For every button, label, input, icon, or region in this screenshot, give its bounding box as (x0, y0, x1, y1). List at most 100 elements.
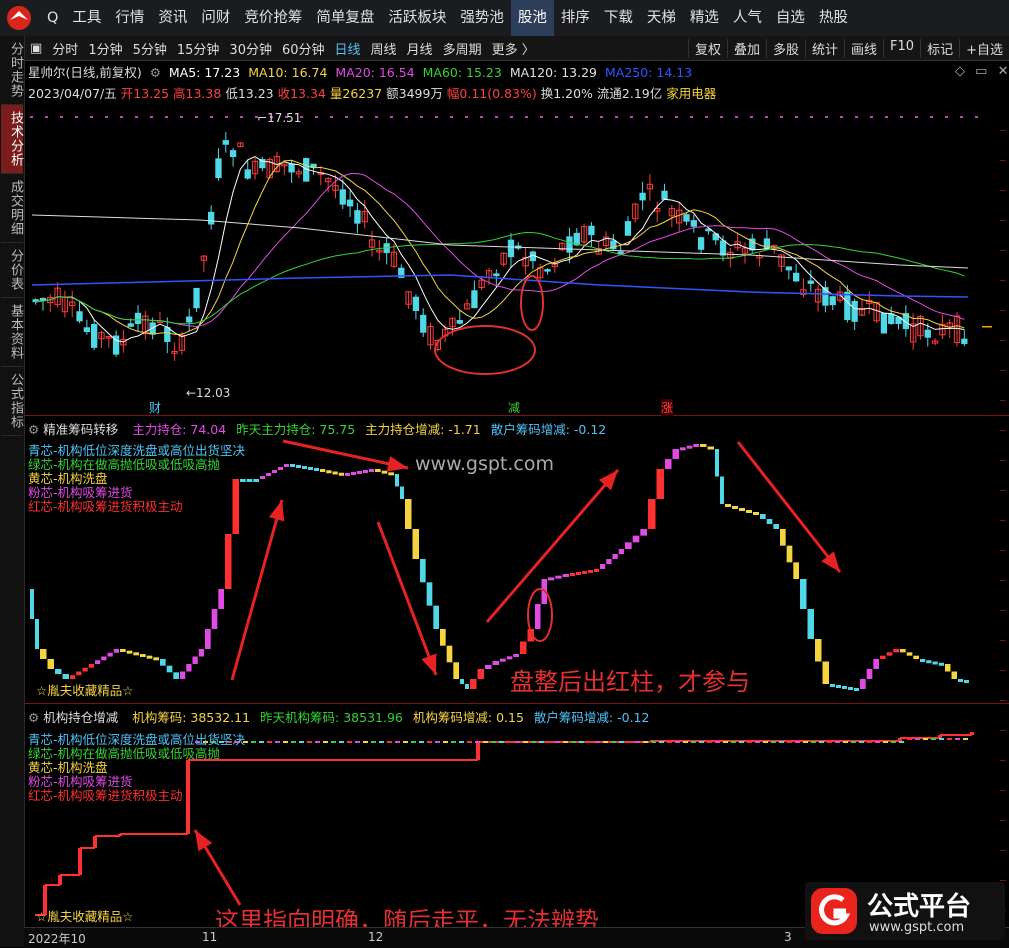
chip-bar (485, 665, 492, 669)
chip-bar (725, 504, 731, 507)
chip-bar (278, 467, 283, 470)
dot-marker (390, 116, 393, 118)
panel3-footer: ☆胤夫收藏精品☆ (36, 909, 134, 924)
chip-bar (453, 662, 459, 679)
chip-bar (958, 679, 963, 682)
chip-bar (753, 512, 759, 515)
candle-body (661, 190, 668, 200)
dot-marker (30, 116, 33, 118)
chip-bar (506, 656, 513, 660)
candle-body (683, 214, 690, 222)
axis-tick (1000, 460, 1006, 461)
chip-bar (492, 661, 499, 665)
chip-bar (153, 657, 159, 661)
highlight-ellipse-1 (434, 325, 536, 375)
candle-body (76, 311, 83, 322)
chip-bar (388, 472, 394, 476)
dot-marker (780, 116, 783, 118)
inst-tick (419, 741, 424, 743)
inst-tick (299, 741, 304, 743)
dot-marker (90, 116, 93, 118)
axis-tick (1000, 700, 1006, 701)
dot-marker (735, 116, 738, 118)
inst-tick (483, 741, 488, 743)
marker-cai[interactable]: 财 (149, 399, 161, 416)
dot-marker (570, 116, 573, 118)
chip-bar (140, 654, 146, 657)
dot-marker (870, 116, 873, 118)
marker-zhang[interactable]: 涨 (661, 399, 674, 416)
axis-tick (1000, 580, 1006, 581)
inst-tick (851, 741, 856, 743)
dot-marker (900, 116, 903, 118)
inst-tick (339, 741, 344, 743)
dot-marker (855, 116, 858, 118)
inst-tick (267, 741, 272, 743)
dot-marker (540, 116, 543, 118)
candle-body (639, 192, 646, 201)
chip-bar (773, 524, 779, 529)
candle-body (829, 296, 836, 306)
dot-marker (795, 116, 798, 118)
dot-marker (75, 116, 78, 118)
chip-bar (369, 469, 374, 472)
chip-bar (55, 669, 62, 674)
candle-body (880, 312, 888, 334)
chip-bar (477, 669, 484, 679)
marker-jian[interactable]: 减 (508, 399, 520, 416)
dot-marker (960, 116, 963, 118)
panel3-value-2: 机构筹码增减: 0.15 (412, 710, 524, 725)
chip-bar (62, 674, 69, 679)
inst-tick (731, 741, 736, 743)
candle-body (588, 225, 595, 236)
inst-tick (819, 741, 824, 743)
inst-tick (579, 741, 584, 743)
axis-tick (1000, 220, 1006, 221)
dot-marker (120, 116, 123, 118)
chip-bar (766, 519, 773, 524)
arrow-up-3-head (195, 830, 213, 852)
chip-bar (296, 465, 301, 468)
chip-bar (893, 649, 899, 653)
axis-tick (1000, 250, 1006, 251)
panel2-title[interactable]: 精准筹码转移 (43, 422, 118, 437)
inst-tick (835, 741, 840, 743)
inst-tick (715, 741, 720, 743)
chip-bar (693, 444, 699, 447)
chip-bar (562, 574, 569, 577)
settings-gear-icon[interactable]: ⚙ (28, 710, 39, 725)
inst-tick (539, 741, 544, 743)
inst-tick (275, 741, 280, 743)
chip-bar (30, 589, 34, 619)
inst-tick (875, 741, 880, 743)
chip-bar (570, 573, 575, 576)
candle-body (566, 236, 573, 253)
chip-bar (665, 459, 672, 469)
candle-body (91, 324, 98, 348)
inst-tick (795, 741, 800, 743)
axis-tick (1000, 280, 1006, 281)
dot-marker (330, 116, 333, 118)
chip-bar (848, 687, 853, 690)
inst-tick (507, 741, 512, 743)
chip-bar (606, 559, 612, 564)
chip-bar (886, 652, 893, 656)
chip-bar (332, 471, 338, 475)
inst-tick (907, 738, 912, 740)
inst-tick (251, 741, 256, 743)
chip-bar (363, 470, 368, 473)
chip-bar (860, 679, 866, 689)
candle-body (807, 280, 814, 284)
candle-body (354, 210, 361, 224)
panel2-header: ⚙ 精准筹码转移 主力持仓: 74.04 昨天主力持仓: 75.75 主力持仓增减:… (28, 419, 606, 438)
inst-tick (899, 741, 904, 743)
axis-tick (1000, 430, 1006, 431)
inst-tick (931, 738, 936, 740)
chip-bar (395, 474, 399, 487)
chip-bar (866, 669, 873, 679)
candle-body (134, 312, 142, 325)
last-price-mark (982, 326, 992, 328)
inst-tick (619, 741, 624, 743)
panel3-title[interactable]: 机构持仓增减 (43, 710, 118, 725)
settings-gear-icon[interactable]: ⚙ (28, 422, 39, 437)
